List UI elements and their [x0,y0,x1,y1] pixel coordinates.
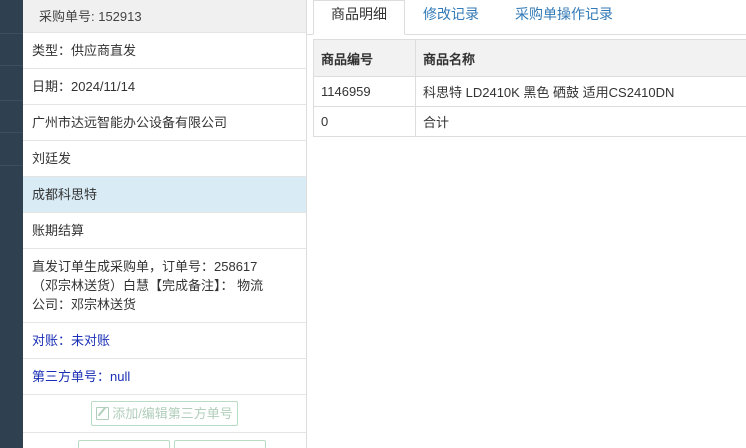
bottom-button[interactable] [174,440,266,448]
settlement-method: 账期结算 [23,213,306,249]
supplier-name: 成都科思特 [23,177,306,213]
order-note-line: （邓宗林送货）白慧【完成备注】： 物流 [32,278,264,293]
table-header-row: 商品编号 商品名称 [313,39,746,77]
column-header-product-code: 商品编号 [313,39,416,77]
order-date: 日期：2024/11/14 [23,69,306,105]
third-party-number: 第三方单号：null [23,359,306,395]
order-number: 采购单号: 152913 [23,0,306,33]
edit-icon [96,407,110,420]
left-nav-strip [0,0,23,448]
table-row[interactable]: 0 合计 [313,106,746,137]
order-note-line: 直发订单生成采购单，订单号：258617 [32,259,258,274]
column-header-product-name: 商品名称 [415,39,746,77]
product-code-cell: 1146959 [313,76,416,107]
order-type: 类型：供应商直发 [23,33,306,69]
main-content: 商品明细 修改记录 采购单操作记录 商品编号 商品名称 1146959 科思特 … [307,0,746,448]
tab-operation-records[interactable]: 采购单操作记录 [497,0,631,35]
customer-company: 广州市达远智能办公设备有限公司 [23,105,306,141]
bottom-button-group [78,440,266,448]
order-note: 直发订单生成采购单，订单号：258617 （邓宗林送货）白慧【完成备注】： 物流… [23,249,306,323]
product-name-cell: 合计 [415,106,746,137]
edit-third-party-label: 添加/编辑第三方单号 [112,406,233,421]
bottom-button[interactable] [78,440,170,448]
contact-person: 刘廷发 [23,141,306,177]
edit-third-party-row: 添加/编辑第三方单号 [23,395,306,433]
product-table: 商品编号 商品名称 1146959 科思特 LD2410K 黑色 硒鼓 适用CS… [313,39,746,137]
table-row[interactable]: 1146959 科思特 LD2410K 黑色 硒鼓 适用CS2410DN [313,76,746,107]
tab-product-details[interactable]: 商品明细 [313,0,405,35]
product-code-cell: 0 [313,106,416,137]
tab-bar: 商品明细 修改记录 采购单操作记录 [307,0,746,35]
reconcile-status: 对账：未对账 [23,323,306,359]
product-name-cell: 科思特 LD2410K 黑色 硒鼓 适用CS2410DN [415,76,746,107]
order-detail-panel: 采购单号: 152913 类型：供应商直发 日期：2024/11/14 广州市达… [23,0,307,448]
order-note-line: 公司：邓宗林送货 [32,297,137,312]
edit-third-party-button[interactable]: 添加/编辑第三方单号 [91,401,238,426]
tab-modify-records[interactable]: 修改记录 [405,0,497,35]
